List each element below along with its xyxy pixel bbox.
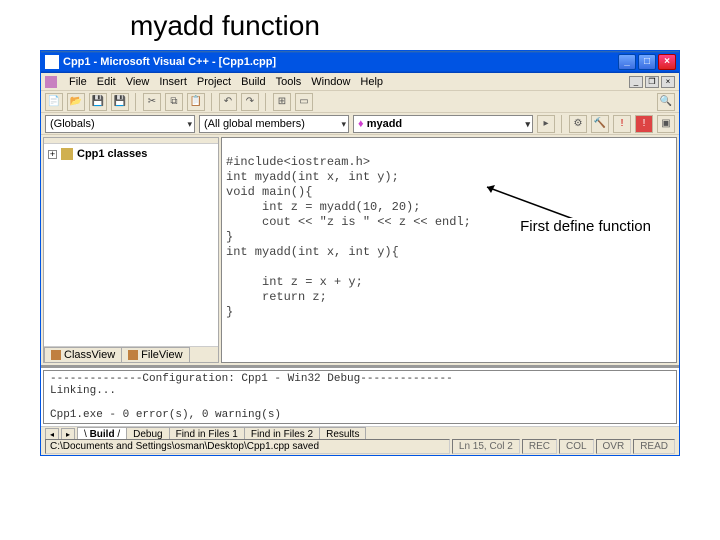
toolbar-separator — [135, 93, 137, 111]
status-position: Ln 15, Col 2 — [452, 439, 520, 454]
open-button[interactable]: 📂 — [67, 93, 85, 111]
toolbar-separator — [211, 93, 213, 111]
build-button[interactable]: 🔨 — [591, 115, 609, 133]
undo-button[interactable]: ↶ — [219, 93, 237, 111]
classes-icon — [61, 148, 73, 160]
menu-window[interactable]: Window — [311, 76, 350, 88]
workspace-tabs: ClassView FileView — [44, 346, 218, 362]
function-combo[interactable]: ♦ myadd — [353, 115, 533, 133]
toolbar-separator — [561, 115, 563, 133]
menu-build[interactable]: Build — [241, 76, 265, 88]
menubar: File Edit View Insert Project Build Tool… — [41, 73, 679, 91]
workspace: + Cpp1 classes ClassView FileView #inclu… — [41, 135, 679, 365]
scope-combo[interactable]: (Globals) — [45, 115, 195, 133]
redo-button[interactable]: ↷ — [241, 93, 259, 111]
tree-expand-icon[interactable]: + — [48, 150, 57, 159]
output-panel: --------------Configuration: Cpp1 - Win3… — [41, 365, 679, 437]
status-read: READ — [633, 439, 675, 454]
annotation-label: First define function — [515, 218, 656, 235]
close-button[interactable]: × — [658, 54, 676, 70]
maximize-button[interactable]: □ — [638, 54, 656, 70]
code-line: return z; — [226, 290, 327, 304]
copy-button[interactable]: ⧉ — [165, 93, 183, 111]
code-line: void main(){ — [226, 185, 312, 199]
fileview-icon — [128, 350, 138, 360]
new-button[interactable]: 📄 — [45, 93, 63, 111]
ide-window: Cpp1 - Microsoft Visual C++ - [Cpp1.cpp]… — [40, 50, 680, 456]
slide-title: myadd function — [0, 0, 720, 50]
menu-edit[interactable]: Edit — [97, 76, 116, 88]
titlebar[interactable]: Cpp1 - Microsoft Visual C++ - [Cpp1.cpp]… — [41, 51, 679, 73]
find-button[interactable]: 🔍 — [657, 93, 675, 111]
code-line: #include<iostream.h> — [226, 155, 370, 169]
toolbar-wizard: (Globals) (All global members) ♦ myadd ▸… — [41, 113, 679, 135]
execute-button[interactable]: ! — [635, 115, 653, 133]
menu-help[interactable]: Help — [360, 76, 383, 88]
save-button[interactable]: 💾 — [89, 93, 107, 111]
code-line: } — [226, 305, 233, 319]
minimize-button[interactable]: _ — [618, 54, 636, 70]
menu-insert[interactable]: Insert — [159, 76, 187, 88]
status-rec: REC — [522, 439, 557, 454]
status-message: C:\Documents and Settings\osman\Desktop\… — [45, 439, 450, 454]
code-line: int myadd(int x, int y); — [226, 170, 399, 184]
menu-file[interactable]: File — [69, 76, 87, 88]
code-line: int z = x + y; — [226, 275, 363, 289]
code-line: int myadd(int x, int y){ — [226, 245, 399, 259]
status-bar: C:\Documents and Settings\osman\Desktop\… — [41, 437, 679, 455]
output-textarea[interactable]: --------------Configuration: Cpp1 - Win3… — [43, 370, 677, 424]
output-line: Cpp1.exe - 0 error(s), 0 warning(s) — [50, 409, 281, 421]
output-button[interactable]: ▭ — [295, 93, 313, 111]
class-tree[interactable]: + Cpp1 classes — [44, 144, 218, 346]
fileview-tab-label: FileView — [141, 349, 182, 361]
window-controls: _ □ × — [618, 54, 676, 70]
fileview-tab[interactable]: FileView — [121, 347, 189, 362]
menu-tools[interactable]: Tools — [276, 76, 302, 88]
workspace-panel: + Cpp1 classes ClassView FileView — [43, 137, 219, 363]
toolbar-standard: 📄 📂 💾 💾 ✂ ⧉ 📋 ↶ ↷ ⊞ ▭ 🔍 — [41, 91, 679, 113]
toolbar-separator — [265, 93, 267, 111]
paste-button[interactable]: 📋 — [187, 93, 205, 111]
menu-view[interactable]: View — [126, 76, 150, 88]
output-line: Linking... — [50, 385, 116, 397]
go-debug-button[interactable]: ▣ — [657, 115, 675, 133]
members-combo[interactable]: (All global members) — [199, 115, 349, 133]
workspace-button[interactable]: ⊞ — [273, 93, 291, 111]
save-all-button[interactable]: 💾 — [111, 93, 129, 111]
go-button[interactable]: ▸ — [537, 115, 555, 133]
tree-root-label: Cpp1 classes — [77, 148, 147, 160]
app-menu-icon — [45, 76, 57, 88]
mdi-minimize-button[interactable]: _ — [629, 76, 643, 88]
code-line: cout << "z is " << z << endl; — [226, 215, 471, 229]
function-combo-value: myadd — [367, 118, 402, 130]
mdi-close-button[interactable]: × — [661, 76, 675, 88]
status-ovr: OVR — [596, 439, 632, 454]
classview-tab[interactable]: ClassView — [44, 347, 122, 362]
classview-icon — [51, 350, 61, 360]
menu-project[interactable]: Project — [197, 76, 231, 88]
code-editor[interactable]: #include<iostream.h> int myadd(int x, in… — [221, 137, 677, 363]
app-icon — [45, 55, 59, 69]
output-line: --------------Configuration: Cpp1 - Win3… — [50, 373, 453, 385]
tree-root-row[interactable]: + Cpp1 classes — [48, 148, 214, 160]
code-line: } — [226, 230, 233, 244]
code-line: int z = myadd(10, 20); — [226, 200, 420, 214]
mdi-restore-button[interactable]: ❐ — [645, 76, 659, 88]
classview-tab-label: ClassView — [64, 349, 115, 361]
status-col: COL — [559, 439, 594, 454]
compile-button[interactable]: ⚙ — [569, 115, 587, 133]
stop-button[interactable]: ! — [613, 115, 631, 133]
cut-button[interactable]: ✂ — [143, 93, 161, 111]
window-title: Cpp1 - Microsoft Visual C++ - [Cpp1.cpp] — [63, 56, 618, 68]
